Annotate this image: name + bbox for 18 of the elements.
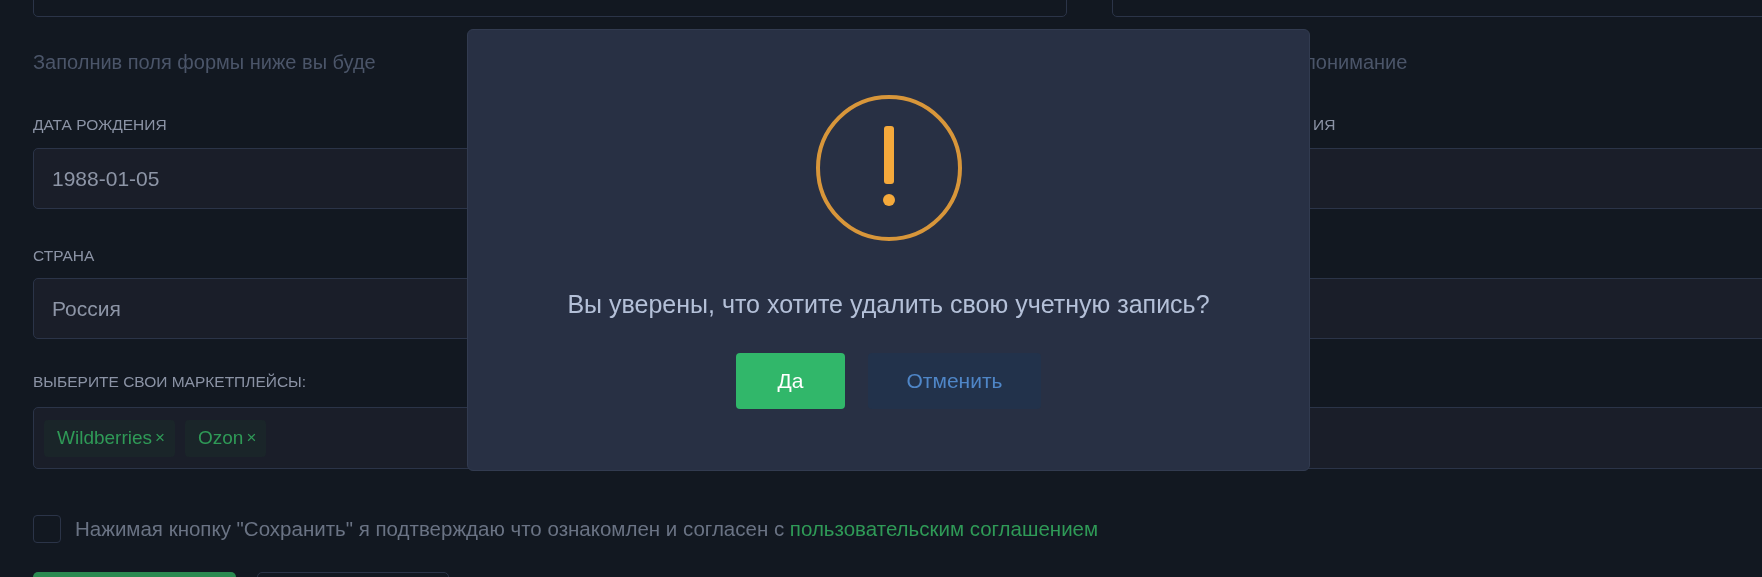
warning-icon [814,94,963,242]
agreement-checkbox[interactable] [33,514,61,543]
tag-label: Wildberries [57,427,153,449]
field-label: ВЫБЕРИТЕ СВОИ МАРКЕТПЛЕЙСЫ: [33,373,307,390]
tag-label: Ozon [197,427,244,449]
field-label: СТРАНА [33,247,95,264]
dialog-message: Вы уверены, что хотите удалить свою учетную запись? [566,289,1211,320]
agreement-link[interactable]: пользовательским соглашением [789,516,1099,540]
cancel-button[interactable]: Отменить [868,353,1041,409]
field-value: 1988-01-05 [52,166,160,191]
form-description: Заполнив поля формы ниже вы буде [33,50,377,75]
remove-tag-button[interactable]: × [246,428,257,448]
agreement-text: Нажимая кнопку "Сохранить" я подтверждаю что ознакомлен и согласен с пользовательским соглашением [75,516,1099,541]
field-label: ИЯ [1313,116,1336,133]
confirm-button[interactable]: Да [736,353,845,409]
remove-tag-button[interactable]: × [155,428,165,448]
field-label: ДАТА РОЖДЕНИЯ [33,116,167,133]
field-value: Россия [52,296,121,321]
